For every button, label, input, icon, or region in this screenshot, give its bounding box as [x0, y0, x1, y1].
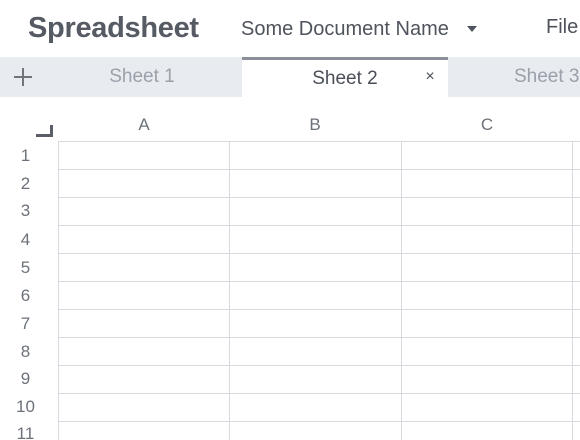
- row-header-11[interactable]: 11: [0, 424, 47, 440]
- row-header-8[interactable]: 8: [0, 342, 47, 362]
- cell-area: [58, 141, 580, 440]
- tab-sheet-3[interactable]: Sheet 3: [448, 57, 580, 97]
- row-header-4[interactable]: 4: [0, 230, 47, 250]
- tab-label: Sheet 3: [514, 66, 580, 87]
- add-sheet-button[interactable]: [10, 63, 38, 91]
- column-header-a[interactable]: A: [58, 115, 230, 135]
- caret-down-icon: [466, 26, 477, 32]
- app-logo[interactable]: Spreadsheet: [28, 12, 199, 45]
- row-header-10[interactable]: 10: [0, 397, 47, 417]
- tab-sheet-1[interactable]: Sheet 1: [42, 57, 242, 97]
- tab-sheet-2[interactable]: Sheet 2 ×: [242, 57, 448, 97]
- document-name: Some Document Name: [241, 17, 449, 40]
- tab-label: Sheet 1: [109, 66, 175, 87]
- spreadsheet-grid: A B C 1 2 3 4 5 6 7 8 9 10 11: [0, 97, 580, 440]
- row-header-6[interactable]: 6: [0, 286, 47, 306]
- app-header: Spreadsheet Some Document Name File: [0, 0, 580, 57]
- sheet-tab-bar: Sheet 1 Sheet 2 × Sheet 3: [0, 57, 580, 97]
- row-header-5[interactable]: 5: [0, 258, 47, 278]
- select-all-corner[interactable]: [36, 125, 53, 137]
- cells[interactable]: [58, 141, 580, 440]
- row-header-1[interactable]: 1: [0, 146, 47, 166]
- close-icon[interactable]: ×: [422, 68, 438, 86]
- row-header-2[interactable]: 2: [0, 174, 47, 194]
- column-header-c[interactable]: C: [401, 115, 573, 135]
- row-header-9[interactable]: 9: [0, 369, 47, 389]
- row-header-7[interactable]: 7: [0, 314, 47, 334]
- row-header-3[interactable]: 3: [0, 201, 47, 221]
- tab-label: Sheet 2: [312, 67, 378, 89]
- column-header-b[interactable]: B: [229, 115, 401, 135]
- menu-file[interactable]: File: [546, 16, 578, 39]
- document-name-dropdown[interactable]: Some Document Name: [241, 16, 477, 42]
